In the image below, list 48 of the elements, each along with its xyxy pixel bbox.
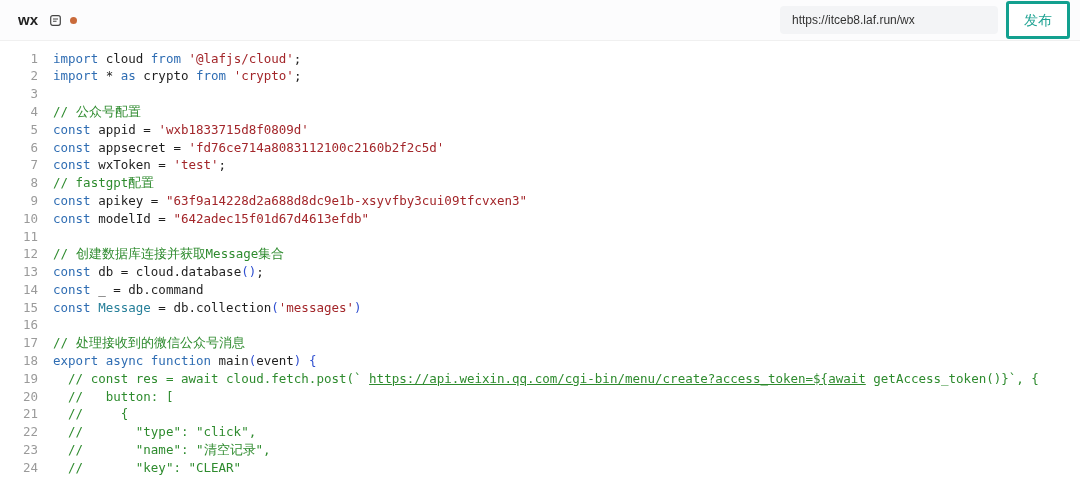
line-number: 13 xyxy=(21,263,38,282)
line-number: 14 xyxy=(21,280,38,299)
code-line: const modelId = "642adec15f01d67d4613efdb" xyxy=(53,209,370,228)
code-line: // fastgpt配置 xyxy=(53,174,155,193)
line-number: 24 xyxy=(21,458,38,477)
line-number: 12 xyxy=(21,245,38,264)
code-line: const _ = db.command xyxy=(53,280,204,299)
line-number: 2 xyxy=(29,67,38,86)
code-line: const db = cloud.database(); xyxy=(53,263,264,282)
code-line: // "name": "清空记录", xyxy=(67,441,271,460)
line-number: 19 xyxy=(21,369,38,388)
line-number: 21 xyxy=(21,405,38,424)
code-line: import * as crypto from 'crypto'; xyxy=(53,67,302,86)
line-number: 5 xyxy=(29,120,38,139)
line-number: 1 xyxy=(29,49,38,68)
code-line: const appsecret = 'fd76ce714a8083112100c2160b2f2c5d' xyxy=(53,138,445,157)
line-number: 23 xyxy=(21,441,38,460)
code-line: // 创建数据库连接并获取Message集合 xyxy=(53,245,285,264)
code-line: const apikey = "63f9a14228d2a688d8dc9e1b-xsyvfby3cui09tfcvxen3" xyxy=(53,191,528,210)
code-line: // 公众号配置 xyxy=(53,102,141,121)
line-number: 17 xyxy=(21,334,38,353)
code-line: const Message = db.collection('messages') xyxy=(53,298,362,317)
line-number: 22 xyxy=(21,423,38,442)
line-number: 9 xyxy=(29,191,38,210)
line-number: 6 xyxy=(29,138,38,157)
code-line: // button: [ xyxy=(67,387,174,406)
code-line: export async function main(event) { xyxy=(53,352,317,371)
line-number: 4 xyxy=(29,102,38,121)
code-line: import cloud from '@lafjs/cloud'; xyxy=(53,49,302,68)
code-line: const appid = 'wxb1833715d8f0809d' xyxy=(53,120,309,139)
tab-title[interactable]: wx xyxy=(18,8,38,32)
line-number: 15 xyxy=(21,298,38,317)
code-line: // { xyxy=(67,405,129,424)
line-number: 20 xyxy=(21,387,38,406)
code-line: // "key": "CLEAR" xyxy=(67,458,242,477)
url-field[interactable]: https://itceb8.laf.run/wx xyxy=(780,6,998,34)
line-number: 18 xyxy=(21,352,38,371)
code-line: // const res = await cloud.fetch.post(` https://api.weixin.qq.com/cgi-bin/menu/create?access_token=${await getAccess_token()}`, { xyxy=(67,369,1039,388)
line-number: 16 xyxy=(21,316,38,335)
code-line: // 处理接收到的微信公众号消息 xyxy=(53,334,245,353)
line-number: 3 xyxy=(29,85,38,104)
code-line: // "type": "click", xyxy=(67,423,257,442)
code-line: const wxToken = 'test'; xyxy=(53,156,227,175)
line-number: 11 xyxy=(21,227,38,246)
document-icon xyxy=(50,14,61,26)
line-number: 8 xyxy=(29,174,38,193)
line-number: 7 xyxy=(29,156,38,175)
line-number: 10 xyxy=(21,209,38,228)
